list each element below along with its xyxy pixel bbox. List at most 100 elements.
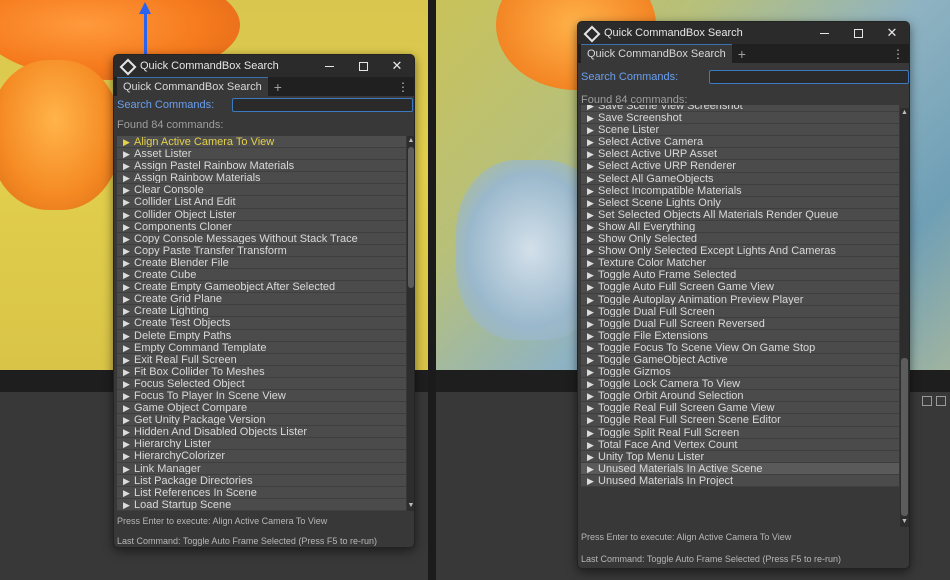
command-list-item[interactable]: ▶ Delete Empty Paths xyxy=(117,329,406,342)
command-list-item[interactable]: ▶ Game Object Compare xyxy=(117,402,406,415)
command-list-item[interactable]: ▶ Show All Everything xyxy=(581,220,899,234)
command-list-item[interactable]: ▶ Save Scene View Screenshot xyxy=(581,105,899,113)
scrollbar-thumb[interactable] xyxy=(408,147,414,288)
tab-menu-icon[interactable]: ⋮ xyxy=(892,44,904,63)
command-list-item[interactable]: ▶ Select Active URP Renderer xyxy=(581,160,899,173)
command-list-item[interactable]: ▶ HierarchyColorizer xyxy=(117,450,406,463)
command-list-item[interactable]: ▶ Toggle Lock Camera To View xyxy=(581,378,899,391)
command-list-item[interactable]: ▶ Assign Pastel Rainbow Materials xyxy=(117,160,406,173)
add-tab-icon[interactable]: + xyxy=(274,77,282,96)
close-button[interactable]: ✕ xyxy=(875,22,909,44)
command-list-item[interactable]: ▶ Texture Color Matcher xyxy=(581,257,899,270)
command-list-item[interactable]: ▶ Toggle Auto Full Screen Game View xyxy=(581,281,899,294)
move-gizmo-y-axis[interactable] xyxy=(144,8,147,58)
command-list-item[interactable]: ▶ Toggle Orbit Around Selection xyxy=(581,390,899,403)
command-list-item[interactable]: ▶ Align Active Camera To View xyxy=(117,136,406,149)
command-list-item[interactable]: ▶ Toggle Autoplay Animation Preview Playe… xyxy=(581,293,899,306)
command-list-item[interactable]: ▶ Hidden And Disabled Objects Lister xyxy=(117,426,406,439)
command-list-item[interactable]: ▶ Toggle Focus To Scene View On Game Stop xyxy=(581,341,899,354)
command-list-item[interactable]: ▶ Toggle Dual Full Screen Reversed xyxy=(581,317,899,330)
scrollbar-thumb[interactable] xyxy=(901,358,908,516)
command-list-item[interactable]: ▶ Clear Console xyxy=(117,184,406,197)
maximize-button[interactable] xyxy=(346,55,380,77)
command-list-item[interactable]: ▶ Collider List And Edit xyxy=(117,196,406,209)
command-list-item[interactable]: ▶ Exit Real Full Screen xyxy=(117,353,406,366)
close-button[interactable]: ✕ xyxy=(380,55,414,77)
command-list-item[interactable]: ▶ Get Unity Package Version xyxy=(117,414,406,427)
command-list-item[interactable]: ▶ Toggle File Extensions xyxy=(581,329,899,342)
minimize-button[interactable] xyxy=(312,55,346,77)
command-list-item[interactable]: ▶ Select Active Camera xyxy=(581,136,899,149)
command-list-item[interactable]: ▶ Create Lighting xyxy=(117,305,406,318)
gizmo-arrow-icon[interactable] xyxy=(139,2,151,14)
command-list-item[interactable]: ▶ Toggle Split Real Full Screen xyxy=(581,426,899,439)
command-list-item[interactable]: ▶ Total Face And Vertex Count xyxy=(581,438,899,451)
command-list-item[interactable]: ▶ Toggle Real Full Screen Scene Editor xyxy=(581,414,899,427)
command-list-item[interactable]: ▶ Empty Command Template xyxy=(117,341,406,354)
command-list[interactable]: ▶ Align Active Camera To View ▶ Asset Liste… xyxy=(117,136,406,511)
command-list-item[interactable]: ▶ Asset Lister xyxy=(117,148,406,161)
search-input[interactable] xyxy=(709,70,909,84)
window-titlebar[interactable]: Quick CommandBox Search ✕ xyxy=(578,22,909,44)
command-list-item[interactable]: ▶ Toggle Real Full Screen Game View xyxy=(581,402,899,415)
command-list-item[interactable]: ▶ Save Screenshot xyxy=(581,112,899,125)
scroll-down-icon[interactable]: ▼ xyxy=(900,517,909,527)
command-list-item[interactable]: ▶ Unity Top Menu Lister xyxy=(581,450,899,463)
play-arrow-icon: ▶ xyxy=(587,427,594,438)
panel-layout-icon[interactable] xyxy=(922,396,932,406)
command-list-item[interactable]: ▶ Collider Object Lister xyxy=(117,208,406,221)
command-list-item[interactable]: ▶ Assign Rainbow Materials xyxy=(117,172,406,185)
command-list-item[interactable]: ▶ Focus To Player In Scene View xyxy=(117,389,406,403)
list-scrollbar[interactable]: ▲ ▼ xyxy=(900,108,909,527)
scroll-up-icon[interactable]: ▲ xyxy=(407,136,414,146)
minimize-button[interactable] xyxy=(807,22,841,44)
command-list-item[interactable]: ▶ List Package Directories xyxy=(117,474,406,487)
play-arrow-icon: ▶ xyxy=(123,185,130,196)
command-list-item[interactable]: ▶ Copy Console Messages Without Stack Tra… xyxy=(117,232,406,245)
command-list[interactable]: ▶ Save Scene View Screenshot ▶ Save Screens… xyxy=(581,105,899,529)
command-list-item[interactable]: ▶ Fit Box Collider To Meshes xyxy=(117,365,406,378)
window-titlebar[interactable]: Quick CommandBox Search ✕ xyxy=(114,55,414,77)
split-divider[interactable] xyxy=(428,0,436,580)
command-list-item[interactable]: ▶ Components Cloner xyxy=(117,220,406,233)
command-label: List Package Directories xyxy=(134,474,253,487)
command-list-item[interactable]: ▶ Toggle Auto Frame Selected xyxy=(581,269,899,282)
list-scrollbar[interactable]: ▲ ▼ xyxy=(407,136,414,511)
command-list-item[interactable]: ▶ Toggle Dual Full Screen xyxy=(581,305,899,318)
command-list-item[interactable]: ▶ Unused Materials In Project xyxy=(581,474,899,487)
command-list-item[interactable]: ▶ Link Manager xyxy=(117,462,406,475)
command-list-item[interactable]: ▶ Create Empty Gameobject After Selected xyxy=(117,281,406,294)
scroll-up-icon[interactable]: ▲ xyxy=(900,108,909,118)
command-list-item[interactable]: ▶ Select Incompatible Materials xyxy=(581,184,899,197)
add-tab-icon[interactable]: + xyxy=(738,44,746,63)
command-list-item[interactable]: ▶ Unused Materials In Active Scene xyxy=(581,462,899,475)
command-list-item[interactable]: ▶ Set Selected Objects All Materials Rend… xyxy=(581,208,899,221)
command-list-item[interactable]: ▶ Copy Paste Transfer Transform xyxy=(117,244,406,257)
command-list-item[interactable]: ▶ Show Only Selected Except Lights And Ca… xyxy=(581,245,899,258)
command-list-item[interactable]: ▶ Load Startup Scene xyxy=(117,498,406,511)
commandbox-window-right[interactable]: Quick CommandBox Search ✕ Quick CommandB… xyxy=(577,21,910,569)
tab-menu-icon[interactable]: ⋮ xyxy=(397,77,409,96)
command-list-item[interactable]: ▶ Select All GameObjects xyxy=(581,172,899,185)
search-input[interactable] xyxy=(232,98,413,112)
command-list-item[interactable]: ▶ List References In Scene xyxy=(117,486,406,499)
tab-quick-commandbox-search[interactable]: Quick CommandBox Search xyxy=(117,77,268,96)
command-list-item[interactable]: ▶ Select Scene Lights Only xyxy=(581,196,899,209)
command-list-item[interactable]: ▶ Select Active URP Asset xyxy=(581,148,899,161)
tab-quick-commandbox-search[interactable]: Quick CommandBox Search xyxy=(581,44,732,63)
command-list-item[interactable]: ▶ Create Blender File xyxy=(117,256,406,270)
command-list-item[interactable]: ▶ Scene Lister xyxy=(581,124,899,137)
command-list-item[interactable]: ▶ Toggle GameObject Active xyxy=(581,353,899,367)
command-label: Toggle Auto Frame Selected xyxy=(598,269,737,282)
command-list-item[interactable]: ▶ Create Test Objects xyxy=(117,317,406,330)
maximize-button[interactable] xyxy=(841,22,875,44)
command-list-item[interactable]: ▶ Hierarchy Lister xyxy=(117,438,406,451)
commandbox-window-left[interactable]: Quick CommandBox Search ✕ Quick CommandB… xyxy=(113,54,415,548)
command-list-item[interactable]: ▶ Show Only Selected xyxy=(581,233,899,246)
scroll-down-icon[interactable]: ▼ xyxy=(407,501,414,511)
command-list-item[interactable]: ▶ Create Grid Plane xyxy=(117,293,406,306)
command-list-item[interactable]: ▶ Create Cube xyxy=(117,269,406,282)
command-list-item[interactable]: ▶ Focus Selected Object xyxy=(117,377,406,390)
panel-settings-icon[interactable] xyxy=(936,396,946,406)
command-list-item[interactable]: ▶ Toggle Gizmos xyxy=(581,366,899,379)
